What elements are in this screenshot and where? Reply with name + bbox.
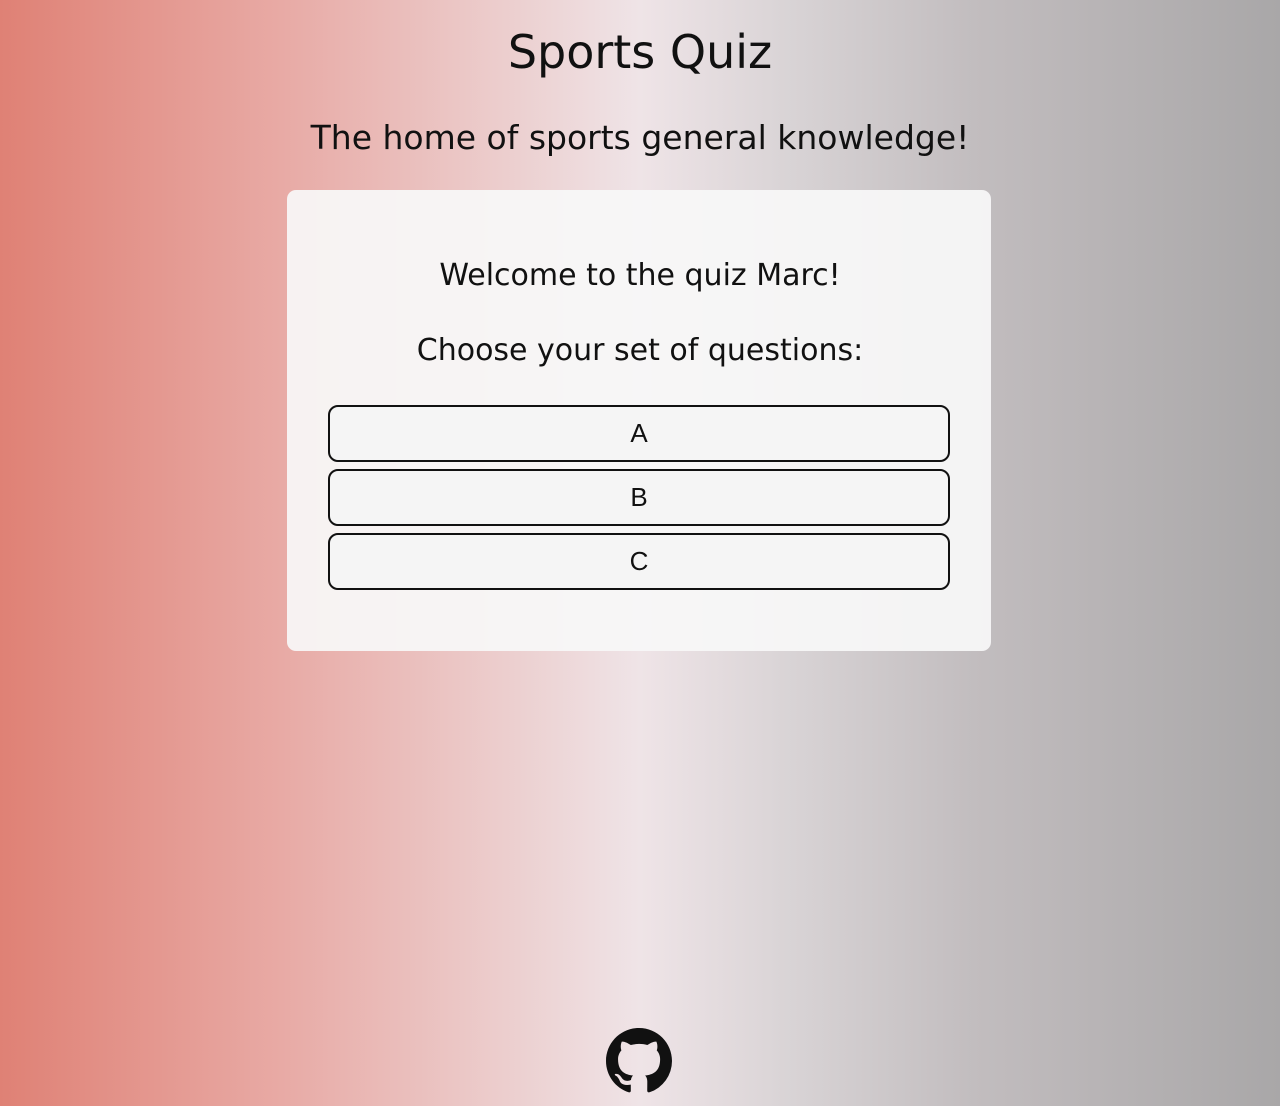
github-icon — [606, 1028, 672, 1093]
question-set-b-button[interactable]: B — [328, 469, 950, 526]
question-set-c-button[interactable]: C — [328, 533, 950, 590]
question-set-a-button[interactable]: A — [328, 405, 950, 462]
question-set-prompt: Choose your set of questions: — [416, 333, 864, 368]
welcome-message: Welcome to the quiz Marc! — [439, 258, 841, 293]
page-tagline: The home of sports general knowledge! — [310, 118, 970, 157]
github-link[interactable] — [606, 1028, 672, 1094]
page-title: Sports Quiz — [507, 25, 773, 79]
